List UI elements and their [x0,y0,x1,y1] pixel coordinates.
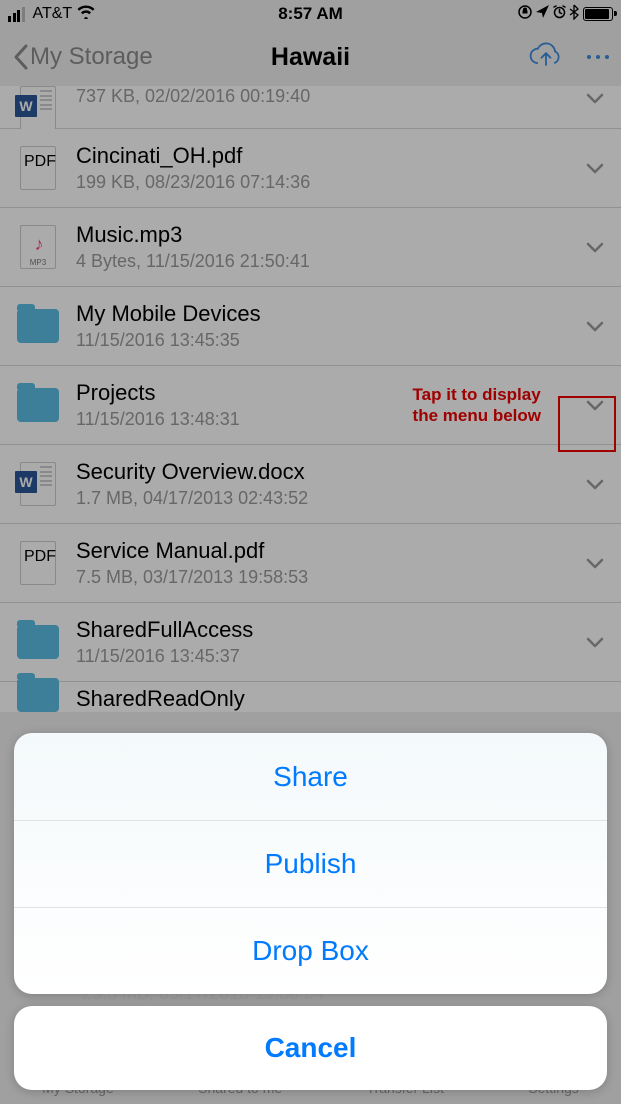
file-list: 737 KB, 02/02/2016 00:19:40 PDF Cincinati_… [0,86,621,712]
folder-icon [17,678,59,712]
app-screen: AT&T 8:57 AM My Storage Hawaii 737 KB [0,0,621,1104]
nav-bar: My Storage Hawaii [0,28,621,86]
more-button[interactable] [587,55,609,59]
chevron-down-icon[interactable] [583,235,607,259]
file-row[interactable]: Projects11/15/2016 13:48:31Tap it to dis… [0,366,621,445]
battery-icon [583,7,613,21]
file-row[interactable]: PDF Cincinati_OH.pdf 199 KB, 08/23/2016 07… [0,129,621,208]
status-left: AT&T [8,4,96,24]
cloud-upload-button[interactable] [527,41,565,74]
folder-icon [17,625,59,659]
file-row[interactable]: My Mobile Devices 11/15/2016 13:45:35 [0,287,621,366]
file-row[interactable]: PDF Service Manual.pdf 7.5 MB, 03/17/2013 … [0,524,621,603]
folder-icon [17,388,59,422]
back-button[interactable]: My Storage [12,43,153,71]
signal-icon [8,7,25,22]
chevron-down-icon[interactable] [583,472,607,496]
status-right [517,4,613,25]
carrier-name: AT&T [33,5,73,23]
file-row[interactable]: SharedFullAccess 11/15/2016 13:45:37 [0,603,621,682]
status-bar: AT&T 8:57 AM [0,0,621,28]
file-name: Service Manual.pdf [76,538,583,564]
file-row[interactable]: ♪MP3 Music.mp3 4 Bytes, 11/15/2016 21:50:4… [0,208,621,287]
word-doc-icon [20,86,56,130]
chevron-down-icon[interactable] [583,156,607,180]
file-name: SharedReadOnly [76,686,607,712]
chevron-down-icon[interactable] [583,551,607,575]
file-meta: 7.5 MB, 03/17/2013 19:58:53 [76,567,583,588]
file-row[interactable]: SharedReadOnly [0,682,621,712]
file-meta: 4 Bytes, 11/15/2016 21:50:41 [76,251,583,272]
action-sheet-cancel[interactable]: Cancel [14,1006,607,1090]
action-sheet: SharePublishDrop Box Cancel [14,733,607,1090]
file-meta: 11/15/2016 13:45:35 [76,330,583,351]
chevron-left-icon [12,43,30,71]
file-name: Music.mp3 [76,222,583,248]
chevron-down-icon[interactable] [583,314,607,338]
chevron-down-icon[interactable] [583,630,607,654]
file-meta: 737 KB, 02/02/2016 00:19:40 [76,86,583,107]
wifi-icon [76,4,96,24]
file-meta: 199 KB, 08/23/2016 07:14:36 [76,172,583,193]
nav-title: Hawaii [271,43,350,72]
file-meta: 11/15/2016 13:48:31 [76,409,583,430]
mp3-doc-icon: ♪MP3 [20,225,56,269]
back-label: My Storage [30,43,153,71]
pdf-doc-icon: PDF [20,541,56,585]
bluetooth-icon [569,4,579,25]
folder-icon [17,309,59,343]
rotation-lock-icon [517,4,533,25]
action-sheet-item[interactable]: Drop Box [14,907,607,994]
file-name: My Mobile Devices [76,301,583,327]
word-doc-icon [20,462,56,506]
file-name: Cincinati_OH.pdf [76,143,583,169]
chevron-down-icon[interactable] [583,86,607,110]
action-sheet-item[interactable]: Publish [14,820,607,907]
action-sheet-item[interactable]: Share [14,733,607,820]
alarm-icon [552,4,567,24]
pdf-doc-icon: PDF [20,146,56,190]
file-row[interactable]: 737 KB, 02/02/2016 00:19:40 [0,86,621,129]
file-meta: 11/15/2016 13:45:37 [76,646,583,667]
file-meta: 1.7 MB, 04/17/2013 02:43:52 [76,488,583,509]
file-name: Projects [76,380,583,406]
chevron-down-icon[interactable] [583,393,607,417]
status-time: 8:57 AM [278,4,343,24]
file-row[interactable]: Security Overview.docx 1.7 MB, 04/17/2013… [0,445,621,524]
location-icon [535,4,550,24]
file-name: SharedFullAccess [76,617,583,643]
file-name: Security Overview.docx [76,459,583,485]
